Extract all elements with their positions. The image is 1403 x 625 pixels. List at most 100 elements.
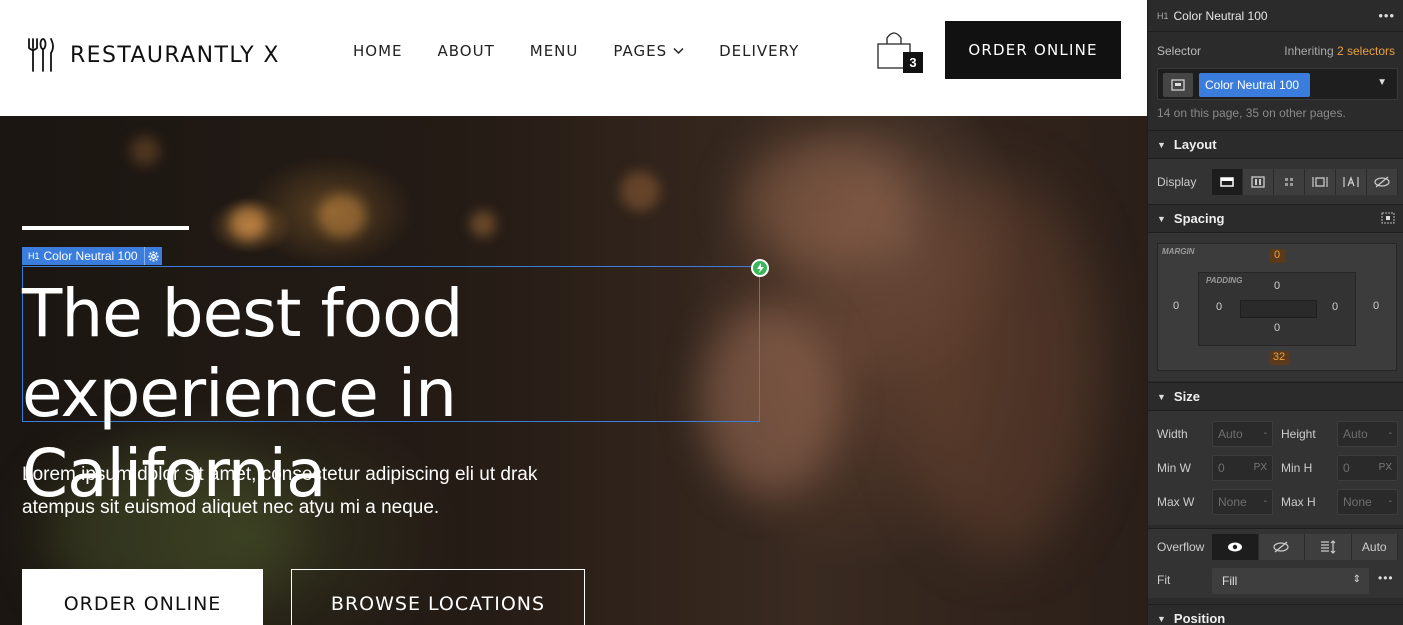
section-size-header[interactable]: ▼ Size: [1148, 382, 1403, 410]
min-height-value: 0: [1343, 461, 1350, 475]
width-field[interactable]: Auto -: [1212, 421, 1273, 447]
display-inline-block-icon[interactable]: [1305, 169, 1336, 195]
inheriting-info[interactable]: Inheriting 2 selectors: [1284, 44, 1395, 60]
fit-value: Fill: [1222, 574, 1238, 588]
more-options-icon[interactable]: •••: [1378, 571, 1394, 585]
size-section: Width Auto - Height Auto - Min W 0 PX Mi…: [1148, 410, 1403, 525]
eye-icon[interactable]: [1212, 534, 1259, 560]
max-width-unit: -: [1263, 496, 1267, 507]
nav-link-home[interactable]: HOME: [353, 42, 403, 60]
overflow-auto-option[interactable]: Auto: [1351, 534, 1398, 560]
section-spacing-header[interactable]: ▼ Spacing: [1148, 204, 1403, 232]
eye-off-icon[interactable]: [1258, 534, 1305, 560]
height-unit: -: [1388, 428, 1392, 439]
selector-field[interactable]: Color Neutral 100 ▼: [1157, 68, 1398, 100]
max-height-value: None: [1343, 495, 1372, 509]
section-layout-header[interactable]: ▼ Layout: [1148, 130, 1403, 158]
margin-top-value[interactable]: 0: [1267, 249, 1287, 261]
margin-right-value[interactable]: 0: [1366, 300, 1386, 312]
selected-element-tag[interactable]: H1 Color Neutral 100: [22, 247, 162, 265]
padding-top-value[interactable]: 0: [1267, 280, 1287, 292]
hero-paragraph: Lorem ipsum dolor sit amet, consectetur …: [22, 458, 582, 524]
nav-link-delivery[interactable]: DELIVERY: [719, 42, 799, 60]
nav-link-pages[interactable]: PAGES: [613, 42, 684, 60]
content-box: [1240, 300, 1317, 318]
site-logo[interactable]: RESTAURANTLY X: [26, 37, 280, 73]
max-width-label: Max W: [1157, 495, 1195, 509]
padding-right-value[interactable]: 0: [1325, 301, 1345, 313]
section-position-header[interactable]: ▼ Position: [1148, 604, 1403, 625]
style-selector-icon[interactable]: [1163, 73, 1193, 97]
height-field[interactable]: Auto -: [1337, 421, 1398, 447]
more-options-icon[interactable]: •••: [1378, 8, 1395, 23]
display-none-icon[interactable]: [1367, 169, 1398, 195]
hero-heading-line-1: The best food: [22, 275, 463, 352]
panel-header-name: Color Neutral 100: [1173, 8, 1268, 23]
section-layout-label: Layout: [1173, 137, 1217, 152]
nav-link-menu[interactable]: MENU: [530, 42, 579, 60]
spacing-preview-icon[interactable]: [1381, 212, 1395, 227]
margin-left-value[interactable]: 0: [1166, 300, 1186, 312]
display-label: Display: [1157, 175, 1197, 189]
fit-label: Fit: [1157, 573, 1171, 587]
hero-paragraph-line-2: atempus sit euismod aliquet nec atyu mi …: [22, 497, 440, 518]
selected-tag-type: H1: [28, 251, 40, 261]
margin-box: MARGIN 0 0 32 0 PADDING 0 0 0 0: [1157, 243, 1397, 371]
scroll-icon[interactable]: [1305, 534, 1352, 560]
max-height-unit: -: [1388, 496, 1392, 507]
updown-chevron-icon: ⇕: [1352, 574, 1361, 585]
max-width-value: None: [1218, 495, 1247, 509]
logo-text: RESTAURANTLY X: [70, 42, 280, 68]
max-width-field[interactable]: None -: [1212, 489, 1273, 515]
display-options: [1212, 169, 1398, 195]
selector-token[interactable]: Color Neutral 100: [1199, 73, 1310, 97]
nav-order-online-button[interactable]: ORDER ONLINE: [945, 21, 1121, 79]
site-navbar: RESTAURANTLY X HOME ABOUT MENU PAGES DEL…: [0, 0, 1147, 116]
margin-label: MARGIN: [1162, 247, 1195, 256]
width-value: Auto: [1218, 427, 1243, 441]
min-width-unit: PX: [1253, 462, 1267, 473]
fit-row: Fit Fill ⇕ •••: [1148, 564, 1403, 598]
min-width-label: Min W: [1157, 461, 1191, 475]
hero-paragraph-line-1: Lorem ipsum dolor sit amet, consectetur …: [22, 464, 538, 485]
overflow-label: Overflow: [1157, 540, 1205, 554]
nav-link-about[interactable]: ABOUT: [438, 42, 495, 60]
max-height-field[interactable]: None -: [1337, 489, 1398, 515]
chevron-down-icon: ▼: [1157, 613, 1166, 624]
fork-spoon-knife-icon: [28, 38, 54, 72]
display-inline-icon[interactable]: [1336, 169, 1367, 195]
height-value: Auto: [1343, 427, 1368, 441]
panel-header: H1 Color Neutral 100 •••: [1148, 0, 1403, 32]
chevron-down-icon: ▼: [1157, 391, 1166, 402]
section-position-label: Position: [1173, 611, 1226, 625]
hero-browse-locations-button[interactable]: BROWSE LOCATIONS: [291, 569, 585, 625]
display-block-icon[interactable]: [1212, 169, 1243, 195]
inheriting-prefix: Inheriting: [1284, 44, 1334, 58]
spacing-section: MARGIN 0 0 32 0 PADDING 0 0 0 0: [1148, 232, 1403, 381]
min-height-label: Min H: [1281, 461, 1313, 475]
display-grid-icon[interactable]: [1274, 169, 1305, 195]
hero-order-online-button[interactable]: ORDER ONLINE: [22, 569, 263, 625]
overflow-options: Auto: [1212, 534, 1398, 560]
cart-button[interactable]: 3: [876, 30, 926, 74]
display-flex-icon[interactable]: [1243, 169, 1274, 195]
panel-header-type: H1: [1157, 10, 1169, 21]
chevron-down-icon[interactable]: ▼: [1377, 77, 1387, 88]
padding-bottom-value[interactable]: 0: [1267, 322, 1287, 334]
selector-label: Selector: [1157, 44, 1202, 58]
padding-box: PADDING 0 0 0 0: [1198, 272, 1356, 346]
layout-section: Display: [1148, 158, 1403, 204]
nav-menu: HOME ABOUT MENU PAGES DELIVERY: [353, 42, 834, 60]
chevron-down-icon: ▼: [1157, 213, 1166, 224]
section-size-label: Size: [1173, 389, 1200, 404]
gear-icon[interactable]: [143, 247, 162, 265]
min-height-field[interactable]: 0 PX: [1337, 455, 1398, 481]
width-unit: -: [1263, 428, 1267, 439]
height-label: Height: [1281, 427, 1316, 441]
padding-left-value[interactable]: 0: [1209, 301, 1229, 313]
fit-select[interactable]: Fill ⇕: [1212, 568, 1369, 594]
margin-bottom-value[interactable]: 32: [1269, 351, 1289, 363]
selector-usage-text: 14 on this page, 35 on other pages.: [1157, 106, 1346, 120]
min-width-field[interactable]: 0 PX: [1212, 455, 1273, 481]
selected-tag-name: Color Neutral 100: [43, 249, 138, 263]
